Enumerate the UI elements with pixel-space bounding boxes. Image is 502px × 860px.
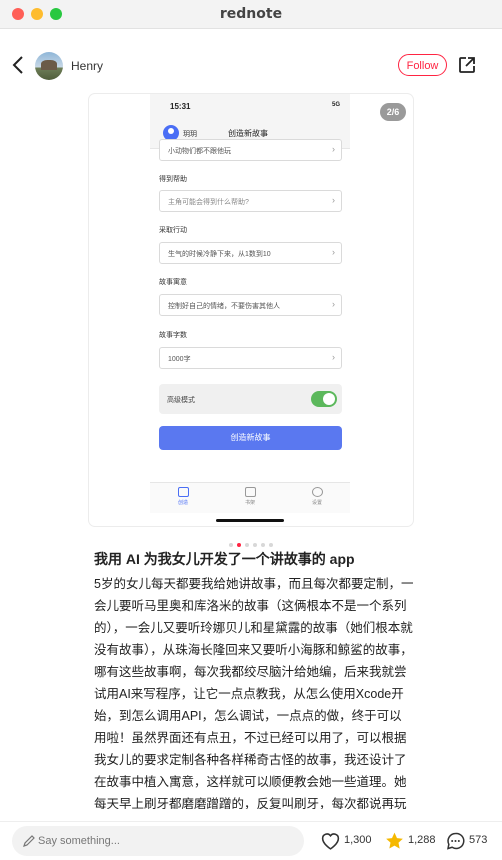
field-action: 生气的时候冷静下来，从1数到10 › bbox=[159, 242, 342, 264]
field-help: 主角可能会得到什么帮助? › bbox=[159, 190, 342, 212]
bookshelf-icon bbox=[244, 487, 256, 497]
field-value: 主角可能会得到什么帮助? bbox=[168, 199, 249, 206]
section-label: 故事字数 bbox=[159, 332, 187, 339]
chevron-right-icon: › bbox=[332, 247, 335, 257]
chevron-right-icon: › bbox=[332, 195, 335, 205]
field-value: 控制好自己的情绪，不要伤害其他人 bbox=[168, 303, 280, 310]
carousel-dot[interactable] bbox=[237, 543, 241, 547]
advanced-mode-row: 高级模式 bbox=[159, 384, 342, 414]
phone-screen-title: 创造新故事 bbox=[228, 129, 268, 138]
advanced-mode-label: 高级模式 bbox=[167, 397, 195, 404]
bottom-action-bar: Say something... 1,300 1,288 573 bbox=[0, 821, 502, 860]
field-length: 1000字 › bbox=[159, 347, 342, 369]
star-icon bbox=[386, 832, 403, 849]
section-label: 故事寓意 bbox=[159, 279, 187, 286]
comment-icon bbox=[447, 832, 465, 850]
comment-count: 573 bbox=[469, 834, 488, 846]
image-counter-badge: 2/6 bbox=[380, 103, 406, 121]
tab-create: 创造 bbox=[163, 487, 203, 506]
window-titlebar: rednote bbox=[0, 0, 502, 29]
status-signal: 5G bbox=[331, 102, 340, 108]
chevron-right-icon: › bbox=[332, 352, 335, 362]
like-count: 1,300 bbox=[344, 834, 372, 846]
carousel-dot[interactable] bbox=[245, 543, 249, 547]
tab-label: 设置 bbox=[311, 500, 322, 506]
carousel-dot[interactable] bbox=[269, 543, 273, 547]
post-body: 5岁的女儿每天都要我给她讲故事，而且每次都要定制，一会儿要听马里奥和库洛米的故事… bbox=[94, 577, 414, 809]
home-indicator bbox=[216, 519, 284, 522]
section-label: 采取行动 bbox=[159, 227, 187, 234]
field-value: 小动物们都不跟他玩 bbox=[168, 148, 231, 155]
field-value: 生气的时候冷静下来，从1数到10 bbox=[168, 251, 271, 258]
field-value: 1000字 bbox=[168, 356, 191, 363]
post-title: 我用 AI 为我女儿开发了一个讲故事的 app bbox=[94, 551, 355, 567]
chevron-right-icon: › bbox=[332, 299, 335, 309]
phone-user-name: 玥玥 bbox=[183, 131, 197, 138]
window-title: rednote bbox=[219, 6, 283, 22]
tab-label: 创造 bbox=[177, 500, 188, 506]
phone-status-bar: 15:31 5G bbox=[150, 94, 350, 120]
avatar[interactable] bbox=[35, 52, 63, 80]
back-arrow-icon[interactable] bbox=[10, 54, 28, 76]
tab-label: 书架 bbox=[244, 500, 255, 506]
star-count: 1,288 bbox=[408, 834, 436, 846]
author-name[interactable]: Henry bbox=[71, 59, 103, 73]
chevron-right-icon: › bbox=[332, 144, 335, 154]
tab-settings: 设置 bbox=[297, 487, 337, 506]
comment-input[interactable]: Say something... bbox=[12, 826, 304, 856]
share-icon[interactable] bbox=[457, 55, 477, 75]
phone-tab-bar: 创造 书架 设置 bbox=[150, 482, 350, 513]
field-moral: 控制好自己的情绪，不要伤害其他人 › bbox=[159, 294, 342, 316]
tab-bookshelf: 书架 bbox=[230, 487, 270, 506]
status-time: 15:31 bbox=[170, 102, 191, 111]
heart-icon bbox=[321, 833, 340, 850]
carousel-dot[interactable] bbox=[229, 543, 233, 547]
advanced-mode-toggle bbox=[311, 391, 337, 407]
comment-placeholder: Say something... bbox=[38, 835, 120, 847]
pen-icon bbox=[23, 835, 35, 847]
carousel-dot[interactable] bbox=[253, 543, 257, 547]
carousel-dot[interactable] bbox=[261, 543, 265, 547]
gear-icon bbox=[311, 487, 323, 497]
create-story-button: 创造新故事 bbox=[159, 426, 342, 450]
follow-button[interactable]: Follow bbox=[398, 54, 447, 76]
app-screenshot: 15:31 5G 玥玥 创造新故事 小动物们都不跟他玩 › 得到帮助 主角可能会… bbox=[150, 94, 350, 526]
section-label: 得到帮助 bbox=[159, 176, 187, 183]
magic-wand-icon bbox=[177, 487, 189, 497]
field-problem: 小动物们都不跟他玩 › bbox=[159, 139, 342, 161]
post-header: Henry Follow bbox=[0, 28, 502, 104]
